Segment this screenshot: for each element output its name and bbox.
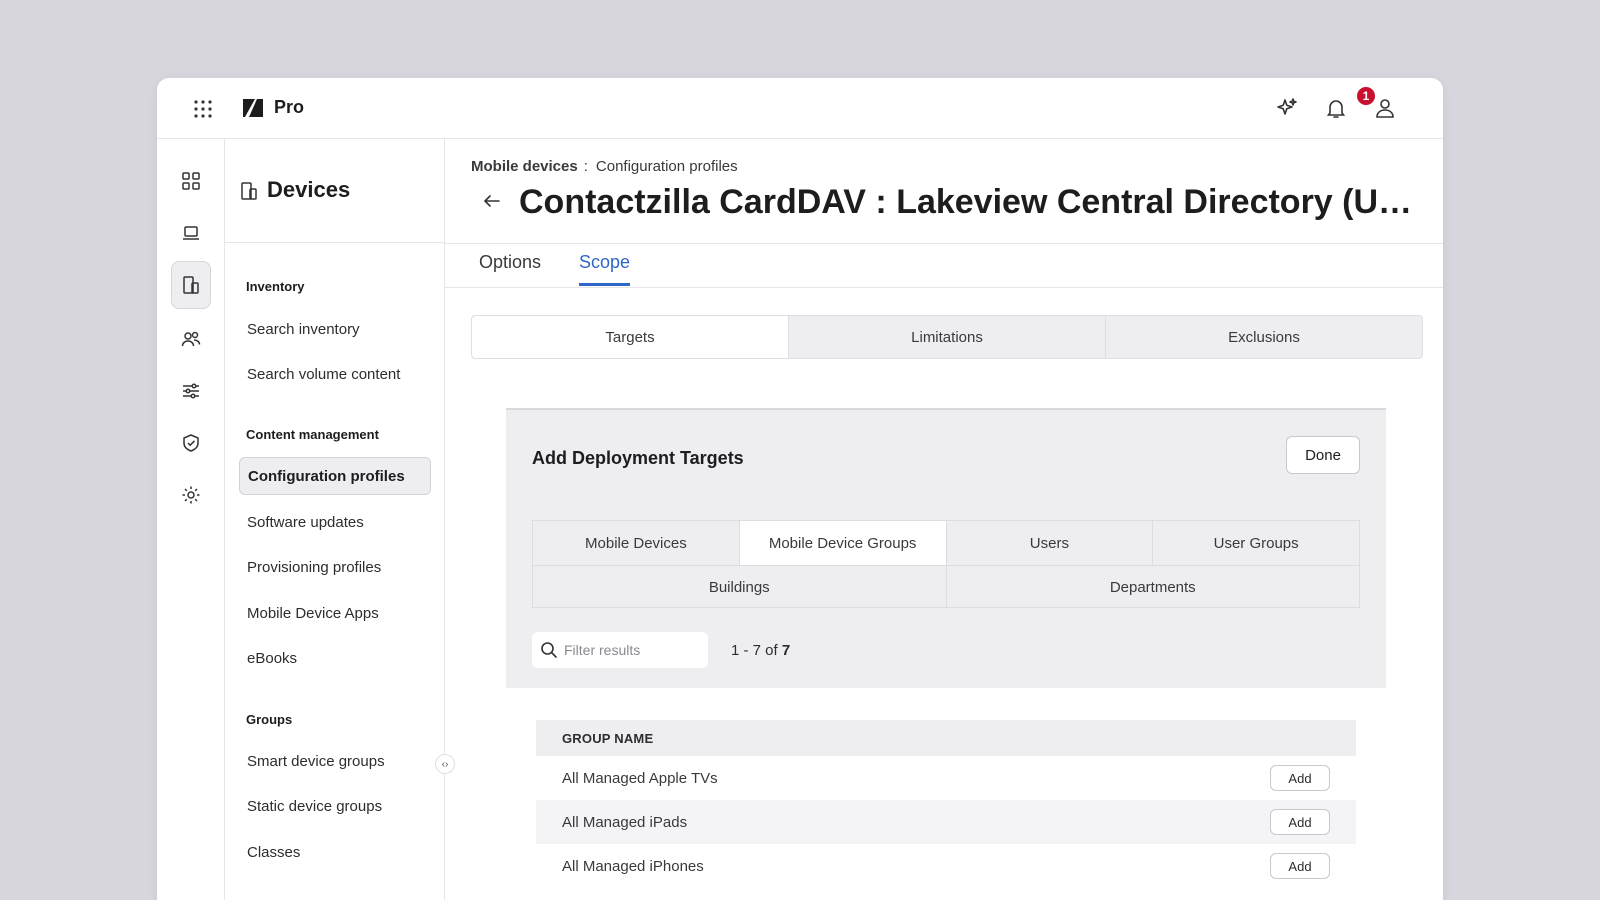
table-row: All Managed iPads Add [536, 800, 1356, 844]
user-account-icon[interactable] [1373, 96, 1397, 120]
tab-options[interactable]: Options [479, 252, 541, 283]
rail-computers[interactable] [171, 213, 211, 253]
target-type-selector: Mobile Devices Mobile Device Groups User… [532, 520, 1360, 609]
done-button[interactable]: Done [1286, 436, 1360, 474]
breadcrumb-parent[interactable]: Mobile devices [471, 158, 578, 175]
add-group-button[interactable]: Add [1270, 809, 1330, 835]
rail-settings[interactable] [171, 475, 211, 515]
shield-icon [183, 434, 199, 452]
devices-icon [241, 182, 257, 200]
brand-logo-icon [243, 99, 263, 117]
icon-rail [157, 139, 225, 900]
nav-item-mobile-device-apps[interactable]: Mobile Device Apps [239, 594, 431, 632]
sliders-icon [183, 383, 199, 399]
rail-dashboard[interactable] [171, 161, 211, 201]
nav-item-static-device-groups[interactable]: Static device groups [239, 787, 431, 825]
users-icon [181, 331, 201, 347]
group-name-cell: All Managed iPads [562, 813, 688, 831]
rail-devices[interactable] [171, 261, 211, 309]
dashboard-icon [182, 172, 200, 190]
target-type-row: Buildings Departments [533, 565, 1359, 609]
page-title: Contactzilla CardDAV : Lakeview Central … [519, 183, 1423, 221]
scope-segmented-tabs: Targets Limitations Exclusions [471, 315, 1423, 359]
column-header-group-name: GROUP NAME [536, 720, 1356, 756]
gear-icon [182, 486, 200, 504]
nav-item-search-volume-content[interactable]: Search volume content [239, 355, 431, 393]
sparkle-icon[interactable] [1275, 96, 1299, 120]
nav-item-provisioning-profiles[interactable]: Provisioning profiles [239, 548, 431, 586]
nav-item-software-updates[interactable]: Software updates [239, 503, 431, 541]
results-count: 1 - 7 of 7 [731, 642, 790, 659]
side-nav-title: Devices [267, 177, 351, 202]
profile-tabs: Options Scope [445, 244, 1443, 288]
scope-tab-targets[interactable]: Targets [472, 316, 789, 358]
nav-item-search-inventory[interactable]: Search inventory [239, 310, 431, 348]
top-bar: Pro 1 [157, 78, 1443, 139]
add-group-button[interactable]: Add [1270, 765, 1330, 791]
side-nav: Devices Inventory Search inventory Searc… [225, 139, 445, 900]
app-launcher-icon[interactable] [193, 99, 213, 119]
target-type-row: Mobile Devices Mobile Device Groups User… [533, 521, 1359, 565]
search-icon [541, 642, 557, 658]
breadcrumb-current[interactable]: Configuration profiles [596, 158, 738, 175]
nav-item-classes[interactable]: Classes [239, 833, 431, 871]
back-arrow-icon[interactable] [481, 190, 503, 212]
scope-tab-exclusions[interactable]: Exclusions [1106, 316, 1422, 358]
breadcrumb: Mobile devices: Configuration profiles [471, 158, 738, 175]
target-type-mobile-devices[interactable]: Mobile Devices [533, 521, 740, 565]
table-row: All Managed iPhones Add [536, 844, 1356, 888]
bell-icon[interactable] [1324, 96, 1348, 120]
tab-scope[interactable]: Scope [579, 252, 631, 286]
nav-item-ebooks[interactable]: eBooks [239, 639, 431, 677]
filter-results-input[interactable] [564, 642, 704, 658]
rail-settings-sliders[interactable] [171, 371, 211, 411]
target-type-users[interactable]: Users [947, 521, 1154, 565]
rail-security[interactable] [171, 423, 211, 463]
target-type-departments[interactable]: Departments [947, 566, 1360, 609]
side-nav-header: Devices [225, 139, 444, 243]
group-name-cell: All Managed iPhones [562, 857, 704, 875]
laptop-icon [183, 226, 199, 240]
filter-box [532, 632, 708, 668]
deployment-targets-panel: Add Deployment Targets Done Mobile Devic… [506, 408, 1386, 688]
group-table: GROUP NAME All Managed Apple TVs Add All… [536, 720, 1356, 888]
results-count-range: 1 - 7 of [731, 642, 782, 659]
target-type-buildings[interactable]: Buildings [533, 566, 947, 609]
rail-users[interactable] [171, 319, 211, 359]
nav-section-groups: Groups [246, 712, 293, 727]
results-count-total: 7 [781, 642, 791, 659]
app-window: Pro 1 Devices Inventory Search inventory… [157, 78, 1443, 900]
breadcrumb-separator: : [583, 158, 588, 175]
add-group-button[interactable]: Add [1270, 853, 1330, 879]
panel-title: Add Deployment Targets [532, 448, 744, 468]
scope-tab-limitations[interactable]: Limitations [789, 316, 1106, 358]
nav-section-inventory: Inventory [246, 279, 305, 294]
nav-section-content-management: Content management [246, 427, 379, 442]
nav-item-smart-device-groups[interactable]: Smart device groups [239, 742, 431, 780]
mobile-devices-icon [183, 276, 199, 294]
table-row: All Managed Apple TVs Add [536, 756, 1356, 800]
group-name-cell: All Managed Apple TVs [562, 769, 718, 787]
brand-name: Pro [274, 97, 305, 117]
nav-item-configuration-profiles[interactable]: Configuration profiles [239, 457, 431, 495]
target-type-user-groups[interactable]: User Groups [1153, 521, 1359, 565]
target-type-mobile-device-groups[interactable]: Mobile Device Groups [739, 521, 947, 565]
